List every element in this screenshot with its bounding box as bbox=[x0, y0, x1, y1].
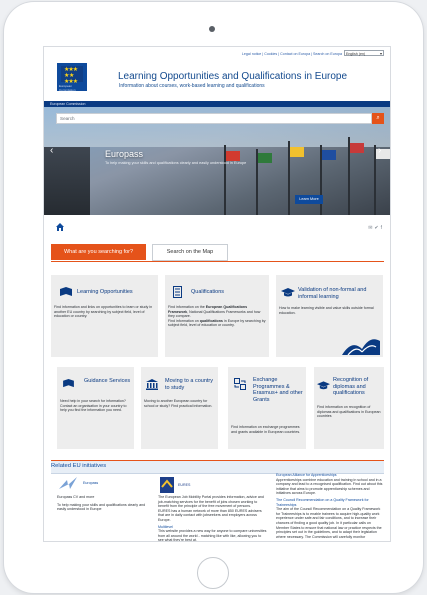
site-subtitle: Information about courses, work-based le… bbox=[119, 83, 265, 89]
europass-logo: Europass bbox=[57, 475, 152, 495]
hero-carousel: Search ⌕ ‹ › Europass To help making you… bbox=[44, 107, 390, 215]
carousel-dots bbox=[214, 206, 224, 215]
eures-text: EURES has a human network of more than 8… bbox=[158, 508, 262, 522]
carousel-prev-icon[interactable]: ‹ bbox=[50, 145, 53, 156]
tab-search-map[interactable]: Search on the Map bbox=[152, 244, 228, 261]
related-initiatives-header: Related EU initiatives bbox=[51, 460, 384, 474]
book-icon bbox=[63, 379, 74, 388]
desc-part: Find information on bbox=[168, 318, 200, 323]
desc-part: Find information on the bbox=[168, 305, 206, 309]
council-title[interactable]: The Council Recommendation on a Quality … bbox=[276, 498, 384, 507]
card-description: Find information on recognition of diplo… bbox=[317, 405, 381, 419]
carousel-next-icon[interactable]: › bbox=[378, 145, 381, 156]
graduation-cap-icon bbox=[317, 381, 330, 390]
europass-sub: Europass CV and more bbox=[57, 495, 95, 499]
europass-block[interactable]: Europass Europass CV and more To help ma… bbox=[57, 475, 152, 512]
card-description: Find information on exchange programmes … bbox=[231, 425, 301, 434]
eures-text: The European Job Mobility Portal provide… bbox=[158, 495, 264, 509]
facebook-icon[interactable]: f bbox=[381, 225, 384, 231]
utility-bar: Legal notice | Cookies | Contact on Euro… bbox=[44, 49, 390, 58]
chevron-down-icon: ▾ bbox=[379, 51, 382, 56]
card-learning-opportunities[interactable]: Learning Opportunities Find information … bbox=[51, 275, 158, 357]
camera-icon bbox=[209, 26, 215, 32]
european-commission-logo[interactable]: ★★★ ★ ★ ★★★ European Commission bbox=[57, 63, 87, 92]
card-recognition[interactable]: Recognition of diplomas and qualificatio… bbox=[314, 367, 384, 449]
language-value: English (en) bbox=[346, 52, 366, 56]
search-icon: ⌕ bbox=[376, 115, 380, 121]
validation-graphic bbox=[342, 339, 380, 355]
card-description: Moving to another European country for s… bbox=[144, 399, 213, 408]
browser-screen: Legal notice | Cookies | Contact on Euro… bbox=[44, 47, 390, 541]
europass-logo-icon bbox=[59, 477, 77, 489]
search-tabs: What are you searching for? Search on th… bbox=[51, 243, 384, 262]
slide-text: To help making your skills and qualifica… bbox=[105, 161, 247, 165]
card-exchange-programmes[interactable]: Exchange Programmes & Erasmus+ and other… bbox=[228, 367, 306, 449]
site-title: Learning Opportunities and Qualification… bbox=[118, 71, 348, 82]
card-qualifications[interactable]: Qualifications Find information on the E… bbox=[165, 275, 269, 357]
site-header: ★★★ ★ ★ ★★★ European Commission Learning O… bbox=[44, 58, 390, 101]
card-title: Qualifications bbox=[191, 289, 225, 295]
hero-building bbox=[44, 147, 90, 215]
flag-decor bbox=[226, 151, 240, 161]
apprenticeships-block[interactable]: European Alliance for Apprenticeships Ap… bbox=[276, 473, 384, 539]
card-description: Find information on the European Qualifi… bbox=[168, 305, 268, 328]
card-description: Find information and links on opportunit… bbox=[54, 305, 153, 319]
utility-links[interactable]: Legal notice | Cookies | Contact on Euro… bbox=[242, 52, 342, 56]
card-validation[interactable]: Validation of non-formal and informal le… bbox=[276, 275, 383, 357]
eu-stars-icon: ★★★ ★ ★ ★★★ bbox=[64, 67, 78, 85]
home-button[interactable] bbox=[197, 557, 229, 589]
flag-decor bbox=[350, 143, 364, 153]
card-description: Need help in your search for information… bbox=[60, 399, 127, 413]
eures-wordmark: EURES bbox=[178, 483, 191, 487]
document-icon bbox=[173, 286, 182, 298]
logo-text: European Commission bbox=[59, 84, 76, 92]
europass-text: To help making your skills and qualifica… bbox=[57, 502, 146, 512]
search-input[interactable]: Search bbox=[56, 113, 372, 124]
slide-title: Europass bbox=[105, 149, 144, 159]
exchange-icon bbox=[234, 378, 246, 390]
card-title: Recognition of diplomas and qualificatio… bbox=[333, 377, 369, 396]
card-guidance[interactable]: Guidance Services Need help in your sear… bbox=[57, 367, 134, 449]
eures-logo-icon bbox=[160, 477, 174, 493]
card-title: Learning Opportunities bbox=[77, 289, 133, 295]
flag-decor bbox=[258, 153, 272, 163]
card-moving-country[interactable]: Moving to a country to study Moving to a… bbox=[141, 367, 218, 449]
tablet-frame: Legal notice | Cookies | Contact on Euro… bbox=[4, 2, 423, 593]
book-icon bbox=[60, 287, 72, 296]
alliance-text: Apprenticeships combine education and tr… bbox=[276, 477, 383, 496]
card-title: Guidance Services bbox=[84, 378, 131, 384]
learn-more-button[interactable]: Learn More bbox=[295, 195, 323, 204]
flag-decor bbox=[290, 147, 304, 157]
council-text: The aim of the Council Recommendation on… bbox=[276, 507, 382, 539]
search-button[interactable]: ⌕ bbox=[372, 113, 384, 124]
card-title: Exchange Programmes & Erasmus+ and other… bbox=[253, 377, 303, 403]
qualifications-link[interactable]: qualifications bbox=[200, 319, 223, 323]
share-icons: ✉✔f bbox=[368, 225, 384, 231]
flag-decor bbox=[322, 150, 336, 160]
card-title: Validation of non-formal and informal le… bbox=[298, 287, 367, 300]
europass-wordmark: Europass bbox=[83, 481, 99, 485]
multilevel-text: This website provides a new way for anyo… bbox=[158, 529, 267, 541]
home-icon[interactable] bbox=[55, 222, 65, 232]
language-select[interactable]: English (en) ▾ bbox=[344, 50, 384, 56]
eures-logo: EURES bbox=[158, 475, 268, 495]
building-icon bbox=[146, 379, 158, 390]
card-description: How to make learning visible and value s… bbox=[279, 306, 374, 315]
card-title: Moving to a country to study bbox=[165, 378, 213, 391]
eures-block[interactable]: EURES The European Job Mobility Portal p… bbox=[158, 475, 268, 541]
section-title: Related EU initiatives bbox=[51, 463, 107, 469]
tab-what-searching[interactable]: What are you searching for? bbox=[51, 244, 146, 260]
graduation-cap-icon bbox=[281, 288, 295, 297]
